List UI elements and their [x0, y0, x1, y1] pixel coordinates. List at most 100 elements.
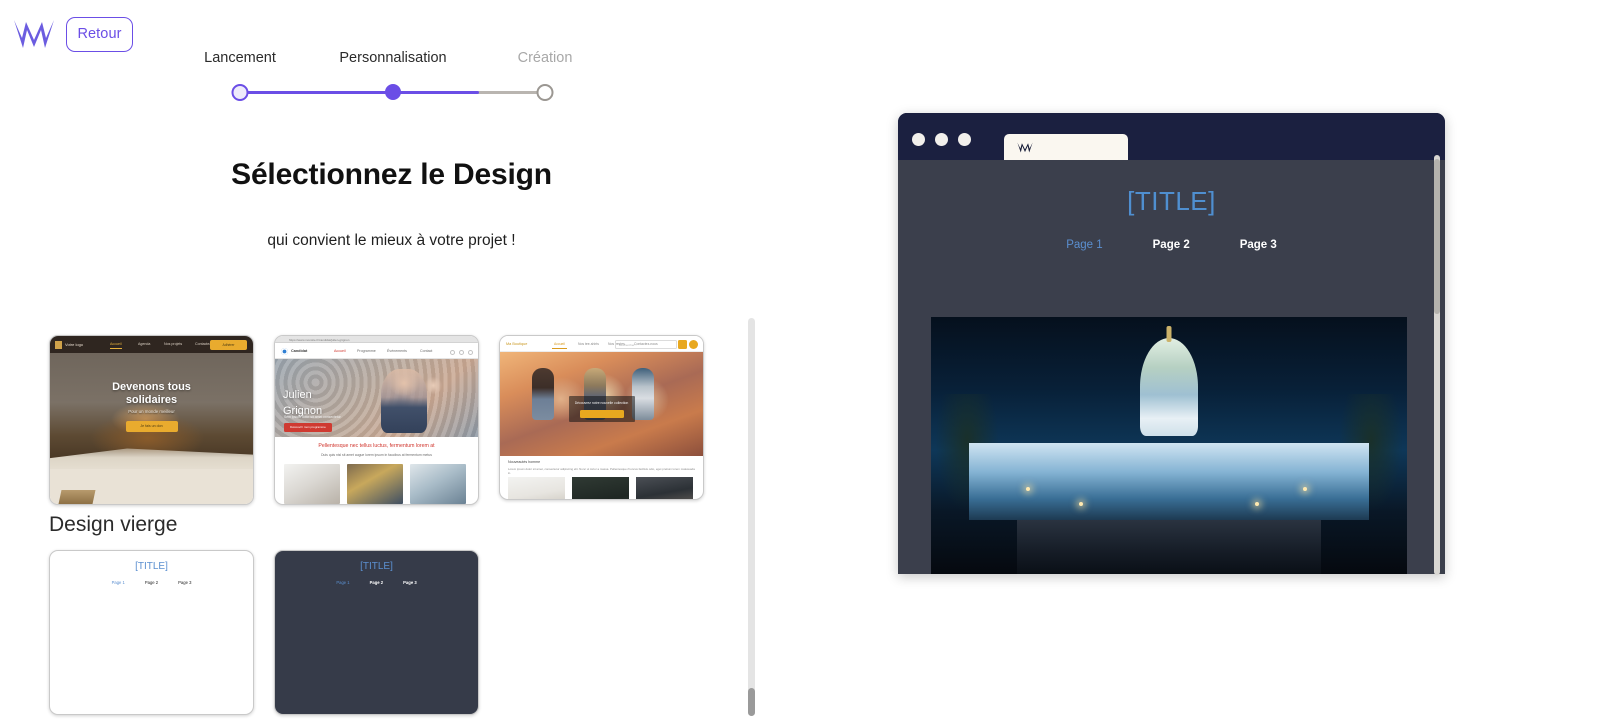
blank-nav-link-0[interactable]: Page 1: [112, 580, 125, 585]
template-card-grid: [284, 464, 466, 504]
template-footer-band: [50, 469, 253, 504]
template-list-panel[interactable]: Votre logo Accueil Agenda Nos projets Co…: [0, 310, 760, 722]
progress-stepper: Lancement Personnalisation Création: [160, 50, 630, 110]
blank-nav-link-2[interactable]: Page 3: [403, 580, 417, 585]
blank-template-row: [TITLE] Page 1 Page 2 Page 3 [TITLE] Pag…: [0, 550, 479, 715]
capitol-walkway: [1016, 520, 1322, 574]
product-image-2: [572, 477, 629, 499]
theme-template-row: Votre logo Accueil Agenda Nos projets Co…: [0, 335, 704, 505]
product-image-1: [508, 477, 565, 499]
template-hero-title-line1: Julien: [283, 389, 312, 401]
template-card-solidarite[interactable]: Votre logo Accueil Agenda Nos projets Co…: [49, 335, 254, 505]
preview-page-body: [TITLE] Page 1 Page 2 Page 3: [898, 160, 1445, 574]
template-card-blank-light[interactable]: [TITLE] Page 1 Page 2 Page 3: [49, 550, 254, 715]
preview-page-nav: Page 1 Page 2 Page 3: [898, 217, 1445, 251]
template-hero: Julien Grignon Sem ipsum dolor sit amet …: [275, 359, 478, 437]
stepper-progress-fill: [240, 91, 479, 94]
template-nav-link-3[interactable]: Contact: [420, 349, 432, 353]
blank-nav: Page 1 Page 2 Page 3: [50, 572, 253, 585]
template-hero-portrait: [380, 369, 427, 433]
w-logo-icon[interactable]: [12, 18, 56, 52]
template-product-grid: [508, 477, 693, 499]
template-logo-text: Votre logo: [65, 341, 84, 347]
template-nav: Candidat Accueil Programme Événements Co…: [275, 343, 478, 359]
search-icon[interactable]: [678, 339, 687, 349]
blank-nav-link-2[interactable]: Page 3: [178, 580, 191, 585]
template-nav-link-0[interactable]: Accueil: [552, 342, 567, 349]
blank-nav-link-1[interactable]: Page 2: [370, 580, 384, 585]
step-dot-lancement[interactable]: [231, 84, 249, 101]
template-url-text: https://www.monsite.fr/candidat/julien-g…: [289, 337, 350, 342]
street-lamp-1: [1026, 486, 1031, 491]
window-minimize-dot-icon[interactable]: [935, 133, 948, 146]
template-hero-title-line2: solidaires: [125, 394, 178, 406]
preview-nav-link-0[interactable]: Page 1: [1066, 239, 1102, 251]
template-card-candidat[interactable]: https://www.monsite.fr/candidat/julien-g…: [274, 335, 479, 505]
step-dot-creation[interactable]: [536, 84, 554, 101]
social-icon-2[interactable]: [459, 350, 464, 355]
cart-icon[interactable]: [689, 339, 698, 349]
template-grid-image-1: [284, 464, 340, 504]
template-card-blank-dark[interactable]: [TITLE] Page 1 Page 2 Page 3: [274, 550, 479, 715]
template-nav-link-1[interactable]: Programme: [357, 349, 376, 353]
step-label-personnalisation: Personnalisation: [339, 50, 447, 66]
blank-title: [TITLE]: [360, 561, 393, 572]
template-hero-overlay: Découvrez notre nouvelle collection: [568, 396, 635, 422]
template-hero-subtitle: Pour un monde meilleur: [128, 409, 175, 414]
window-maximize-dot-icon[interactable]: [958, 133, 971, 146]
template-panel-scroll-thumb[interactable]: [748, 688, 755, 716]
blank-nav-link-1[interactable]: Page 2: [145, 580, 158, 585]
template-search-input[interactable]: Rechercher...: [615, 339, 677, 349]
stepper-labels: Lancement Personnalisation Création: [160, 50, 630, 72]
step-label-creation: Création: [517, 50, 573, 66]
preview-page-title: [TITLE]: [1127, 186, 1216, 216]
template-nav-link-2[interactable]: Nos projets: [164, 342, 182, 346]
template-nav: Ma Boutique Accueil Nos tee-shirts Nos v…: [500, 336, 703, 352]
product-image-3: [636, 477, 693, 499]
template-hero-subtitle: Sem ipsum dolor sit amet consectetur: [284, 415, 341, 419]
template-logo-icon: [55, 341, 62, 349]
template-section-title: Pellentesque nec tellus luctus, fermentu…: [318, 443, 435, 449]
preview-scroll-thumb[interactable]: [1434, 159, 1440, 314]
template-logo-icon: [281, 348, 288, 355]
template-card-boutique[interactable]: Ma Boutique Accueil Nos tee-shirts Nos v…: [499, 335, 704, 500]
social-icon-1[interactable]: [450, 350, 455, 355]
template-section-text: Lorem ipsum dolor sit amet, consectetur …: [508, 467, 695, 475]
template-nav-link-1[interactable]: Nos tee-shirts: [578, 342, 599, 346]
template-section: Pellentesque nec tellus luctus, fermentu…: [275, 437, 478, 457]
template-brand: Ma Boutique: [506, 341, 528, 346]
step-label-lancement: Lancement: [204, 50, 276, 66]
template-grid-image-3: [410, 464, 466, 504]
back-button[interactable]: Retour: [66, 17, 133, 52]
browser-tab[interactable]: [1004, 134, 1128, 160]
preview-scrollbar[interactable]: [1434, 155, 1440, 575]
template-panel-scrollbar[interactable]: [748, 318, 755, 716]
template-hero-button[interactable]: Découvrir mon programme: [284, 423, 332, 432]
page-subtitle: qui convient le mieux à votre projet !: [267, 232, 516, 249]
template-hero-title-line1: Devenons tous: [112, 381, 191, 393]
template-section-title: Nouveautés homme: [508, 460, 541, 464]
preview-nav-link-1[interactable]: Page 2: [1153, 239, 1190, 251]
template-overlay-button[interactable]: [579, 410, 624, 418]
template-grid-image-2: [347, 464, 403, 504]
template-hero-button[interactable]: Je fais un don: [125, 421, 178, 432]
template-nav-link-0[interactable]: Accueil: [334, 349, 346, 353]
template-nav-link-2[interactable]: Événements: [387, 349, 407, 353]
capitol-wings: [969, 442, 1369, 521]
template-hero: Devenons tous solidaires Pour un monde m…: [50, 353, 253, 471]
template-nav-link-0[interactable]: Accueil: [110, 342, 122, 349]
social-icon-3[interactable]: [468, 350, 473, 355]
page-title: Sélectionnez le Design: [231, 158, 552, 191]
template-brand: Candidat: [291, 348, 308, 353]
template-nav-cta[interactable]: Adhérer: [210, 339, 247, 350]
hero-person-1: [532, 368, 554, 420]
window-close-dot-icon[interactable]: [912, 133, 925, 146]
template-nav-link-1[interactable]: Agenda: [138, 342, 150, 346]
preview-nav-link-2[interactable]: Page 3: [1240, 239, 1277, 251]
blank-nav-link-0[interactable]: Page 1: [336, 580, 349, 585]
template-section-text: Duis quis nisl sit amet augue lorem ipsu…: [321, 453, 432, 457]
step-dot-personnalisation[interactable]: [385, 84, 401, 100]
blank-title: [TITLE]: [135, 561, 168, 572]
blank-design-heading: Design vierge: [49, 513, 178, 536]
blank-nav: Page 1 Page 2 Page 3: [275, 572, 478, 585]
